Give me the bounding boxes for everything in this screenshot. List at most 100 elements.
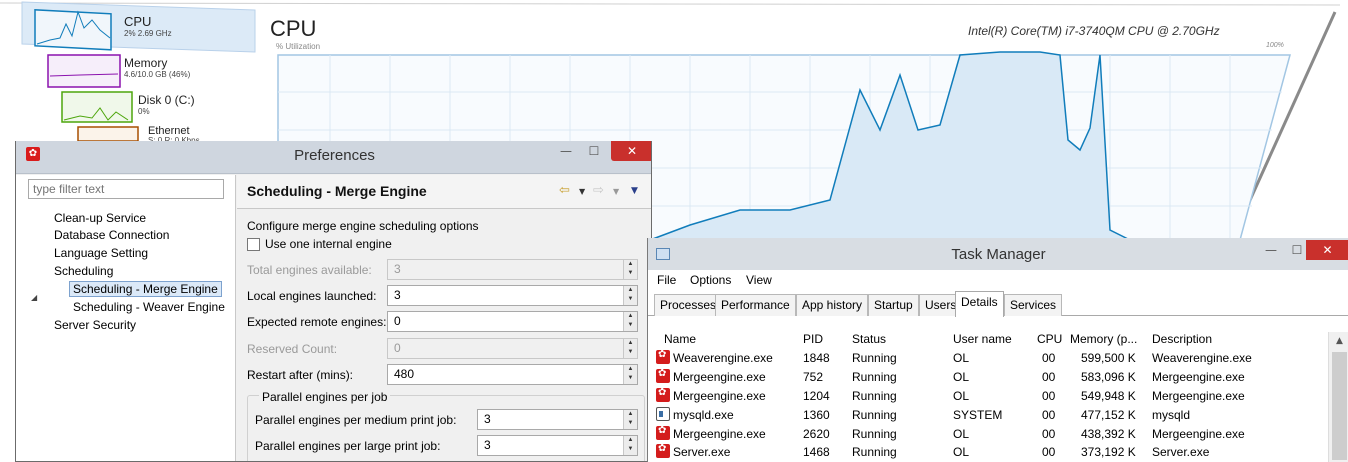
cpu-model-label: Intel(R) Core(TM) i7-3740QM CPU @ 2.70GH…: [968, 24, 1220, 38]
perf-max-label: 100%: [1266, 42, 1284, 49]
task-manager-titlebar[interactable]: Task Manager — ☐ ✕: [648, 238, 1348, 270]
cell-status: Running: [852, 389, 897, 403]
sidebar-thumb-cpu: [34, 9, 112, 51]
cell-cpu: 00: [1042, 370, 1056, 384]
total-engines-label: Total engines available:: [247, 263, 372, 277]
expand-triangle-icon[interactable]: ◢: [31, 293, 37, 302]
menu-options[interactable]: Options: [690, 273, 731, 287]
sidebar-cpu-sub: 2% 2.69 GHz: [124, 29, 172, 38]
col-header-description[interactable]: Description: [1152, 332, 1212, 346]
cell-cpu: 00: [1042, 351, 1056, 365]
large-print-job-field[interactable]: 3 ▲ ▼: [477, 435, 638, 456]
tab-performance[interactable]: Performance: [715, 294, 796, 316]
tab-startup[interactable]: Startup: [868, 294, 919, 316]
tab-app-history[interactable]: App history: [796, 294, 869, 316]
tree-item-server-security[interactable]: Server Security: [54, 318, 136, 332]
process-window-icon: [656, 407, 670, 421]
minimize-button[interactable]: —: [553, 141, 579, 161]
cell-memory: 373,192 K: [1081, 445, 1136, 459]
details-table: Name PID Status User name CPU Memory (p.…: [648, 317, 1348, 462]
restart-after-field[interactable]: 480 ▲ ▼: [387, 364, 638, 385]
vertical-scrollbar[interactable]: ▲: [1328, 332, 1348, 462]
sidebar-thumb-ethernet: [77, 126, 139, 142]
cell-cpu: 00: [1042, 389, 1056, 403]
tree-item-language-setting[interactable]: Language Setting: [54, 246, 148, 260]
local-engines-label: Local engines launched:: [247, 289, 377, 303]
filter-input[interactable]: [28, 179, 224, 199]
expected-remote-engines-value: 0: [394, 314, 401, 328]
cell-description: Mergeengine.exe: [1152, 370, 1245, 384]
scroll-up-arrow-icon[interactable]: ▲: [1329, 332, 1348, 350]
sidebar-thumb-disk: [61, 91, 133, 123]
cell-name: mysqld.exe: [673, 408, 734, 422]
large-print-job-label: Parallel engines per large print job:: [255, 439, 441, 453]
cell-pid: 1204: [803, 389, 830, 403]
local-engines-value: 3: [394, 288, 401, 302]
cell-name: Mergeengine.exe: [673, 370, 766, 384]
local-engines-field[interactable]: 3 ▲ ▼: [387, 285, 638, 306]
cell-memory: 583,096 K: [1081, 370, 1136, 384]
tree-item-scheduling[interactable]: Scheduling: [54, 264, 113, 278]
col-header-status[interactable]: Status: [852, 332, 886, 346]
close-button[interactable]: ✕: [1306, 240, 1348, 260]
view-menu-icon[interactable]: ▼: [631, 186, 638, 196]
page-title: Scheduling - Merge Engine: [247, 183, 427, 199]
forward-arrow-icon[interactable]: ⇨: [593, 183, 604, 198]
use-one-engine-label: Use one internal engine: [265, 237, 392, 251]
sidebar-disk-label: Disk 0 (C:): [138, 93, 195, 107]
cell-status: Running: [852, 351, 897, 365]
use-one-engine-checkbox[interactable]: [247, 238, 260, 251]
process-gear-icon: [656, 443, 670, 458]
col-header-user-name[interactable]: User name: [953, 332, 1012, 346]
spin-arrows-icon[interactable]: ▲ ▼: [623, 286, 637, 305]
expected-remote-engines-label: Expected remote engines:: [247, 315, 387, 329]
maximize-button[interactable]: ☐: [581, 141, 607, 161]
menu-view[interactable]: View: [746, 273, 772, 287]
preferences-titlebar[interactable]: ✿ Preferences — ☐ ✕: [16, 141, 651, 174]
tab-details[interactable]: Details: [955, 291, 1004, 317]
task-manager-title: Task Manager: [951, 246, 1046, 263]
total-engines-field: 3 ▲ ▼: [387, 259, 638, 280]
col-header-pid[interactable]: PID: [803, 332, 823, 346]
cell-cpu: 00: [1042, 408, 1056, 422]
cell-name: Weaverengine.exe: [673, 351, 773, 365]
process-gear-icon: [656, 368, 670, 383]
spin-arrows-icon[interactable]: ▲ ▼: [623, 436, 637, 455]
tab-processes[interactable]: Processes: [654, 294, 723, 316]
col-header-name[interactable]: Name: [664, 332, 696, 346]
back-dropdown-icon[interactable]: ▼: [579, 187, 585, 196]
cell-memory: 599,500 K: [1081, 351, 1136, 365]
preferences-tree-panel: Clean-up Service Database Connection Lan…: [16, 175, 236, 461]
sidebar-memory-label: Memory: [124, 56, 168, 70]
spin-arrows-icon[interactable]: ▲ ▼: [623, 365, 637, 384]
back-arrow-icon[interactable]: ⇦: [559, 183, 570, 198]
task-manager-window: Task Manager — ☐ ✕ File Options View Pro…: [647, 238, 1348, 462]
spin-arrows-icon[interactable]: ▲ ▼: [623, 410, 637, 429]
col-header-cpu[interactable]: CPU: [1037, 332, 1062, 346]
cell-memory: 549,948 K: [1081, 389, 1136, 403]
tab-services[interactable]: Services: [1004, 294, 1063, 316]
forward-dropdown-icon[interactable]: ▼: [613, 187, 619, 196]
cell-description: Server.exe: [1152, 445, 1210, 459]
col-header-memory[interactable]: Memory (p...: [1070, 332, 1137, 346]
process-gear-icon: [656, 387, 670, 402]
reserved-count-value: 0: [394, 341, 401, 355]
menu-file[interactable]: File: [657, 273, 676, 287]
sidebar-cpu-label: CPU: [124, 14, 152, 29]
tree-item-cleanup-service[interactable]: Clean-up Service: [54, 211, 146, 225]
perf-title: CPU: [270, 16, 317, 41]
page-header: Scheduling - Merge Engine ⇦ ▼ ⇨ ▼ ▼: [237, 175, 651, 209]
cell-cpu: 00: [1042, 427, 1056, 441]
cell-description: mysqld: [1152, 408, 1191, 422]
spin-arrows-icon[interactable]: ▲ ▼: [623, 312, 637, 331]
cell-pid: 2620: [803, 427, 830, 441]
tree-item-scheduling-merge-engine[interactable]: Scheduling - Merge Engine: [69, 281, 222, 297]
expected-remote-engines-field[interactable]: 0 ▲ ▼: [387, 311, 638, 332]
close-button[interactable]: ✕: [611, 141, 651, 161]
minimize-button[interactable]: —: [1258, 240, 1284, 260]
tree-item-scheduling-weaver-engine[interactable]: Scheduling - Weaver Engine: [73, 300, 225, 314]
medium-print-job-field[interactable]: 3 ▲ ▼: [477, 409, 638, 430]
scrollbar-thumb[interactable]: [1332, 352, 1347, 460]
reserved-count-label: Reserved Count:: [247, 342, 338, 356]
tree-item-database-connection[interactable]: Database Connection: [54, 228, 169, 242]
